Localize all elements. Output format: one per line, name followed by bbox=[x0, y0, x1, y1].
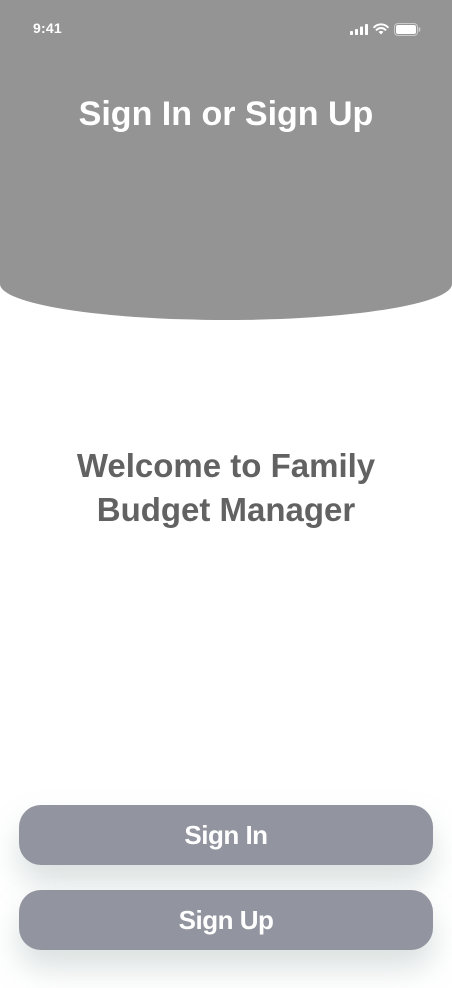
status-time: 9:41 bbox=[33, 20, 62, 36]
sign-in-button[interactable]: Sign In bbox=[19, 805, 433, 865]
cellular-signal-icon bbox=[350, 23, 368, 35]
status-bar: 9:41 bbox=[0, 0, 452, 56]
wifi-icon bbox=[373, 23, 389, 35]
sign-up-button[interactable]: Sign Up bbox=[19, 890, 433, 950]
status-icons bbox=[350, 22, 421, 36]
battery-icon bbox=[394, 22, 421, 36]
page-title: Sign In or Sign Up bbox=[78, 95, 374, 133]
welcome-message: Welcome to Family Budget Manager bbox=[76, 447, 376, 528]
